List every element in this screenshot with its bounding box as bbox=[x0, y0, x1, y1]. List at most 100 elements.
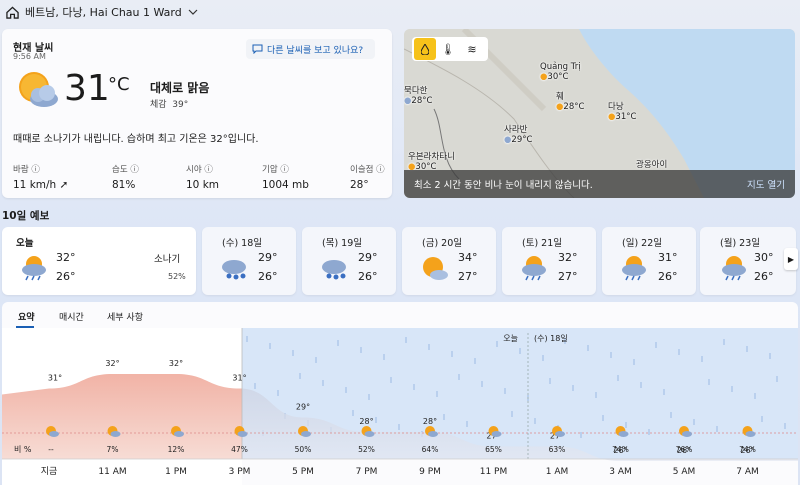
scroll-right-button[interactable]: ▶ bbox=[784, 248, 798, 270]
map-city[interactable]: Quảng Trị ●30°C bbox=[540, 62, 581, 82]
city-name: 묵다한 bbox=[404, 86, 428, 96]
metric-label: 시야 bbox=[186, 165, 202, 175]
temp-label: 31° bbox=[48, 374, 62, 383]
precipitation-layer-button[interactable] bbox=[414, 38, 436, 60]
chevron-down-icon[interactable] bbox=[188, 8, 198, 16]
city-name: 광옹아이 bbox=[636, 160, 668, 170]
rain-chance-label: 74% bbox=[612, 445, 629, 454]
feedback-button[interactable]: 다른 날씨를 보고 있나요? bbox=[246, 39, 375, 59]
day-card[interactable]: (일) 22일 31° 26° bbox=[602, 227, 696, 295]
tab-hourly[interactable]: 매시간 bbox=[59, 310, 84, 323]
day-low: 26° bbox=[56, 270, 76, 283]
rain-chance-label: 47% bbox=[231, 445, 248, 454]
rain-chance-label: 65% bbox=[485, 445, 502, 454]
rain-icon bbox=[322, 260, 346, 280]
map-city[interactable]: 우본라차타니 ●30°C bbox=[408, 152, 455, 172]
city-temp: 28°C bbox=[563, 102, 585, 112]
map-city[interactable]: 사라반 ●29°C bbox=[504, 125, 532, 145]
time-tick-label: 11 PM bbox=[480, 467, 508, 477]
current-temp: 31 bbox=[64, 68, 110, 109]
day-high: 32° bbox=[56, 251, 76, 264]
rain-row-label: 비 % bbox=[14, 445, 32, 454]
city-name: 우본라차타니 bbox=[408, 152, 455, 162]
day-high: 29° bbox=[258, 251, 278, 264]
info-icon[interactable]: ⓘ bbox=[31, 165, 40, 175]
temperature-layer-button[interactable]: 🌡︎ bbox=[436, 43, 460, 56]
day-low: 26° bbox=[258, 270, 278, 283]
day-name: (목) 19일 bbox=[322, 238, 363, 249]
day-high: 29° bbox=[358, 251, 378, 264]
info-icon[interactable]: ⓘ bbox=[376, 165, 385, 175]
day-card-today[interactable]: 오늘 32° 26° 소나기 52% bbox=[2, 227, 196, 295]
open-map-link[interactable]: 지도 열기 bbox=[747, 177, 785, 191]
day-card[interactable]: (목) 19일 29° 26° bbox=[302, 227, 396, 295]
cloud-icon bbox=[301, 431, 311, 437]
feels-label: 체감 bbox=[150, 100, 167, 110]
rain-chance-label: 52% bbox=[358, 445, 375, 454]
cloud-icon bbox=[682, 431, 692, 437]
partly-cloudy-icon bbox=[19, 72, 58, 107]
map-city[interactable]: 묵다한 ●28°C bbox=[404, 86, 432, 106]
time-tick-label: 1 PM bbox=[165, 467, 187, 477]
rain-icon bbox=[222, 260, 246, 280]
rain-chance-label: 50% bbox=[295, 445, 312, 454]
metric-label: 기압 bbox=[262, 165, 278, 175]
day-card[interactable]: (월) 23일 30° 26° bbox=[700, 227, 796, 295]
time-tick-label: 5 PM bbox=[292, 467, 314, 477]
metric-pressure[interactable]: 기압 ⓘ 1004 mb bbox=[262, 163, 309, 191]
tab-summary[interactable]: 요약 bbox=[18, 310, 35, 323]
map-banner-text: 최소 2 시간 동안 비나 눈이 내리지 않습니다. bbox=[414, 180, 593, 191]
feels-value: 39° bbox=[172, 100, 189, 110]
feedback-label: 다른 날씨를 보고 있나요? bbox=[267, 45, 364, 56]
day-name: (금) 20일 bbox=[422, 238, 463, 249]
temp-label: 28° bbox=[423, 417, 437, 426]
metric-visibility[interactable]: 시야 ⓘ 10 km bbox=[186, 163, 219, 191]
thermometer-icon: 🌡︎ bbox=[441, 42, 455, 56]
home-icon[interactable] bbox=[6, 6, 19, 19]
rain-chance-label: 76% bbox=[676, 445, 693, 454]
day-card[interactable]: (금) 20일 34° 27° bbox=[402, 227, 496, 295]
map-city-selected[interactable]: 다낭 ●31°C bbox=[608, 102, 636, 122]
current-time: 9:56 AM bbox=[13, 52, 46, 61]
day-high: 30° bbox=[754, 251, 774, 264]
time-tick-label: 3 PM bbox=[229, 467, 251, 477]
temp-label: 32° bbox=[169, 359, 183, 368]
cloud-icon bbox=[428, 431, 438, 437]
time-tick-label: 5 AM bbox=[673, 467, 696, 477]
info-icon[interactable]: ⓘ bbox=[204, 165, 213, 175]
rain-chance-label: -- bbox=[48, 445, 54, 454]
map-city[interactable]: 광옹아이 bbox=[636, 160, 667, 170]
wind-layer-button[interactable]: ≋ bbox=[460, 43, 484, 56]
location-label[interactable]: 베트남, 다낭, Hai Chau 1 Ward bbox=[25, 4, 182, 20]
weather-map[interactable]: 🌡︎ ≋ Quảng Trị ●30°C 묵다한 ●28°C 훼 ●28°C 다낭 ●3… bbox=[404, 29, 795, 198]
day-card[interactable]: (토) 21일 32° 27° bbox=[502, 227, 596, 295]
tab-details[interactable]: 세부 사항 bbox=[107, 310, 143, 323]
day-low: 27° bbox=[458, 270, 478, 283]
info-icon[interactable]: ⓘ bbox=[280, 165, 289, 175]
chat-icon bbox=[252, 44, 263, 54]
time-tick-label: 7 PM bbox=[356, 467, 378, 477]
feels-like: 체감 39° bbox=[150, 97, 188, 110]
metric-humidity[interactable]: 습도 ⓘ 81% bbox=[112, 163, 139, 191]
hourly-chart[interactable]: 오늘(수) 18일31°32°32°31°29°28°28°27°27°26°2… bbox=[2, 328, 798, 485]
city-temp: 30°C bbox=[547, 72, 569, 82]
day-condition: 소나기 bbox=[154, 254, 181, 265]
location-header[interactable]: 베트남, 다낭, Hai Chau 1 Ward bbox=[0, 0, 800, 24]
metric-value: 11 km/h bbox=[13, 179, 57, 191]
sun-rain-icon bbox=[522, 256, 546, 281]
cloud-icon bbox=[237, 431, 248, 437]
cloud-icon bbox=[618, 431, 629, 437]
day-name: (월) 23일 bbox=[720, 238, 761, 249]
metric-wind[interactable]: 바람 ⓘ 11 km/h ➚ bbox=[13, 163, 68, 191]
metric-value: 28° bbox=[350, 179, 369, 191]
temp-label: 32° bbox=[105, 359, 119, 368]
temp-unit-toggle[interactable]: °C bbox=[108, 74, 130, 95]
time-tick-label: 1 AM bbox=[546, 467, 569, 477]
map-city[interactable]: 훼 ●28°C bbox=[556, 92, 584, 112]
info-icon[interactable]: ⓘ bbox=[130, 165, 139, 175]
day-name: (일) 22일 bbox=[622, 238, 663, 249]
cloud-icon bbox=[110, 431, 121, 437]
day-high: 34° bbox=[458, 251, 478, 264]
day-card[interactable]: (수) 18일 29° 26° bbox=[202, 227, 296, 295]
metric-dewpoint[interactable]: 이슬점 ⓘ 28° bbox=[350, 163, 385, 191]
